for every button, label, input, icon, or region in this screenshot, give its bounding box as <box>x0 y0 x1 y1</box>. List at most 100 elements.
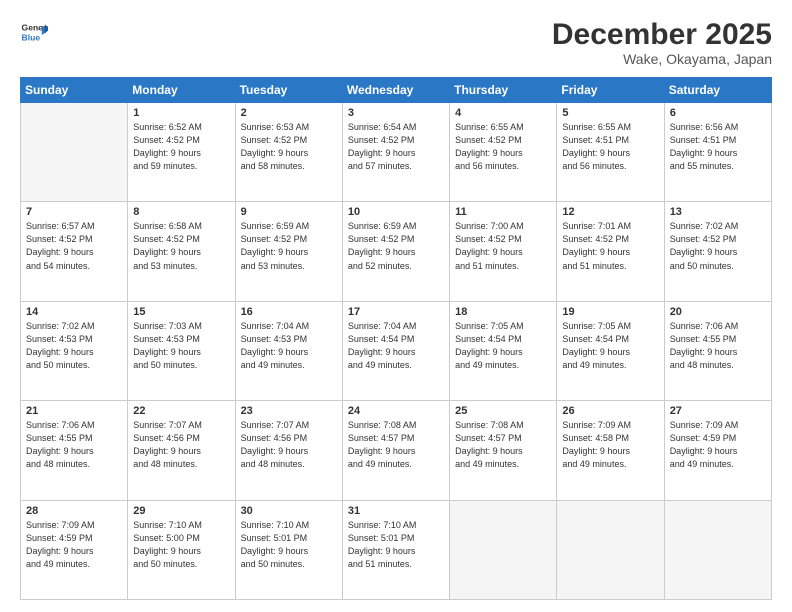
week-row-4: 28 Sunrise: 7:09 AM Sunset: 4:59 PM Dayli… <box>21 500 772 599</box>
day-info: Sunrise: 6:55 AM Sunset: 4:51 PM Dayligh… <box>562 121 658 173</box>
day-info: Sunrise: 6:53 AM Sunset: 4:52 PM Dayligh… <box>241 121 337 173</box>
day-header-wednesday: Wednesday <box>342 78 449 103</box>
calendar-cell: 3Sunrise: 6:54 AM Sunset: 4:52 PM Daylig… <box>342 103 449 202</box>
day-info: Sunrise: 7:10 AM Sunset: 5:01 PM Dayligh… <box>241 519 337 571</box>
day-number: 18 <box>455 306 551 318</box>
day-info: Sunrise: 7:06 AM Sunset: 4:55 PM Dayligh… <box>26 419 122 471</box>
calendar-cell: 30 Sunrise: 7:10 AM Sunset: 5:01 PM Dayli… <box>235 500 342 599</box>
header-row: SundayMondayTuesdayWednesdayThursdayFrid… <box>21 78 772 103</box>
calendar-cell <box>557 500 664 599</box>
day-number: 31 <box>348 505 444 517</box>
day-number: 11 <box>455 206 551 218</box>
title-block: December 2025 Wake, Okayama, Japan <box>552 18 772 67</box>
calendar-cell: 5 Sunrise: 6:55 AM Sunset: 4:51 PM Daylig… <box>557 103 664 202</box>
day-header-monday: Monday <box>128 78 235 103</box>
day-header-sunday: Sunday <box>21 78 128 103</box>
day-number: 13 <box>670 206 766 218</box>
day-header-thursday: Thursday <box>450 78 557 103</box>
day-number: 5 <box>562 107 658 119</box>
calendar-cell: 18 Sunrise: 7:05 AM Sunset: 4:54 PM Dayli… <box>450 301 557 400</box>
day-number: 8 <box>133 206 229 218</box>
calendar-cell: 14 Sunrise: 7:02 AM Sunset: 4:53 PM Dayli… <box>21 301 128 400</box>
calendar-cell: 28 Sunrise: 7:09 AM Sunset: 4:59 PM Dayli… <box>21 500 128 599</box>
calendar-cell: 15 Sunrise: 7:03 AM Sunset: 4:53 PM Dayli… <box>128 301 235 400</box>
day-number: 21 <box>26 405 122 417</box>
day-info: Sunrise: 7:09 AM Sunset: 4:59 PM Dayligh… <box>670 419 766 471</box>
logo-icon: General Blue <box>20 18 48 46</box>
day-number: 28 <box>26 505 122 517</box>
day-number: 27 <box>670 405 766 417</box>
day-info: Sunrise: 7:04 AM Sunset: 4:53 PM Dayligh… <box>241 320 337 372</box>
day-number: 1 <box>133 107 229 119</box>
day-number: 19 <box>562 306 658 318</box>
week-row-0: 1Sunrise: 6:52 AM Sunset: 4:52 PM Daylig… <box>21 103 772 202</box>
calendar-cell: 25Sunrise: 7:08 AM Sunset: 4:57 PM Dayli… <box>450 401 557 500</box>
day-info: Sunrise: 7:07 AM Sunset: 4:56 PM Dayligh… <box>241 419 337 471</box>
day-number: 22 <box>133 405 229 417</box>
day-info: Sunrise: 7:08 AM Sunset: 4:57 PM Dayligh… <box>348 419 444 471</box>
calendar-cell: 6 Sunrise: 6:56 AM Sunset: 4:51 PM Daylig… <box>664 103 771 202</box>
calendar-cell: 12 Sunrise: 7:01 AM Sunset: 4:52 PM Dayli… <box>557 202 664 301</box>
calendar-cell: 23Sunrise: 7:07 AM Sunset: 4:56 PM Dayli… <box>235 401 342 500</box>
calendar-cell: 8 Sunrise: 6:58 AM Sunset: 4:52 PM Daylig… <box>128 202 235 301</box>
day-info: Sunrise: 6:56 AM Sunset: 4:51 PM Dayligh… <box>670 121 766 173</box>
day-number: 6 <box>670 107 766 119</box>
day-number: 4 <box>455 107 551 119</box>
day-number: 24 <box>348 405 444 417</box>
svg-text:Blue: Blue <box>22 33 41 43</box>
month-title: December 2025 <box>552 18 772 51</box>
day-info: Sunrise: 7:05 AM Sunset: 4:54 PM Dayligh… <box>455 320 551 372</box>
day-info: Sunrise: 6:57 AM Sunset: 4:52 PM Dayligh… <box>26 220 122 272</box>
day-info: Sunrise: 7:03 AM Sunset: 4:53 PM Dayligh… <box>133 320 229 372</box>
day-info: Sunrise: 6:55 AM Sunset: 4:52 PM Dayligh… <box>455 121 551 173</box>
calendar-cell: 9Sunrise: 6:59 AM Sunset: 4:52 PM Daylig… <box>235 202 342 301</box>
day-number: 7 <box>26 206 122 218</box>
day-number: 16 <box>241 306 337 318</box>
day-number: 30 <box>241 505 337 517</box>
day-info: Sunrise: 7:02 AM Sunset: 4:52 PM Dayligh… <box>670 220 766 272</box>
day-info: Sunrise: 7:06 AM Sunset: 4:55 PM Dayligh… <box>670 320 766 372</box>
day-number: 9 <box>241 206 337 218</box>
calendar-table: SundayMondayTuesdayWednesdayThursdayFrid… <box>20 77 772 600</box>
day-header-tuesday: Tuesday <box>235 78 342 103</box>
day-info: Sunrise: 7:07 AM Sunset: 4:56 PM Dayligh… <box>133 419 229 471</box>
location-title: Wake, Okayama, Japan <box>552 51 772 67</box>
calendar-cell: 7 Sunrise: 6:57 AM Sunset: 4:52 PM Daylig… <box>21 202 128 301</box>
day-number: 10 <box>348 206 444 218</box>
day-info: Sunrise: 6:58 AM Sunset: 4:52 PM Dayligh… <box>133 220 229 272</box>
day-info: Sunrise: 7:09 AM Sunset: 4:59 PM Dayligh… <box>26 519 122 571</box>
day-number: 20 <box>670 306 766 318</box>
calendar-cell: 1Sunrise: 6:52 AM Sunset: 4:52 PM Daylig… <box>128 103 235 202</box>
calendar-cell: 4 Sunrise: 6:55 AM Sunset: 4:52 PM Daylig… <box>450 103 557 202</box>
day-number: 2 <box>241 107 337 119</box>
calendar-cell: 16 Sunrise: 7:04 AM Sunset: 4:53 PM Dayli… <box>235 301 342 400</box>
calendar-cell: 2 Sunrise: 6:53 AM Sunset: 4:52 PM Daylig… <box>235 103 342 202</box>
day-number: 14 <box>26 306 122 318</box>
day-number: 25 <box>455 405 551 417</box>
logo: General Blue <box>20 18 48 46</box>
calendar-cell: 13 Sunrise: 7:02 AM Sunset: 4:52 PM Dayli… <box>664 202 771 301</box>
calendar-cell: 19Sunrise: 7:05 AM Sunset: 4:54 PM Dayli… <box>557 301 664 400</box>
day-number: 29 <box>133 505 229 517</box>
day-info: Sunrise: 7:00 AM Sunset: 4:52 PM Dayligh… <box>455 220 551 272</box>
day-info: Sunrise: 7:02 AM Sunset: 4:53 PM Dayligh… <box>26 320 122 372</box>
calendar-cell <box>21 103 128 202</box>
day-info: Sunrise: 7:10 AM Sunset: 5:00 PM Dayligh… <box>133 519 229 571</box>
calendar-cell: 11 Sunrise: 7:00 AM Sunset: 4:52 PM Dayli… <box>450 202 557 301</box>
day-info: Sunrise: 7:01 AM Sunset: 4:52 PM Dayligh… <box>562 220 658 272</box>
calendar-cell: 17 Sunrise: 7:04 AM Sunset: 4:54 PM Dayli… <box>342 301 449 400</box>
calendar-cell: 21 Sunrise: 7:06 AM Sunset: 4:55 PM Dayli… <box>21 401 128 500</box>
calendar-cell: 27 Sunrise: 7:09 AM Sunset: 4:59 PM Dayli… <box>664 401 771 500</box>
day-info: Sunrise: 6:59 AM Sunset: 4:52 PM Dayligh… <box>348 220 444 272</box>
day-number: 17 <box>348 306 444 318</box>
week-row-1: 7 Sunrise: 6:57 AM Sunset: 4:52 PM Daylig… <box>21 202 772 301</box>
day-number: 26 <box>562 405 658 417</box>
day-number: 15 <box>133 306 229 318</box>
day-info: Sunrise: 7:04 AM Sunset: 4:54 PM Dayligh… <box>348 320 444 372</box>
day-number: 12 <box>562 206 658 218</box>
week-row-2: 14 Sunrise: 7:02 AM Sunset: 4:53 PM Dayli… <box>21 301 772 400</box>
calendar-cell: 31 Sunrise: 7:10 AM Sunset: 5:01 PM Dayli… <box>342 500 449 599</box>
calendar-cell <box>664 500 771 599</box>
day-info: Sunrise: 7:10 AM Sunset: 5:01 PM Dayligh… <box>348 519 444 571</box>
day-header-friday: Friday <box>557 78 664 103</box>
